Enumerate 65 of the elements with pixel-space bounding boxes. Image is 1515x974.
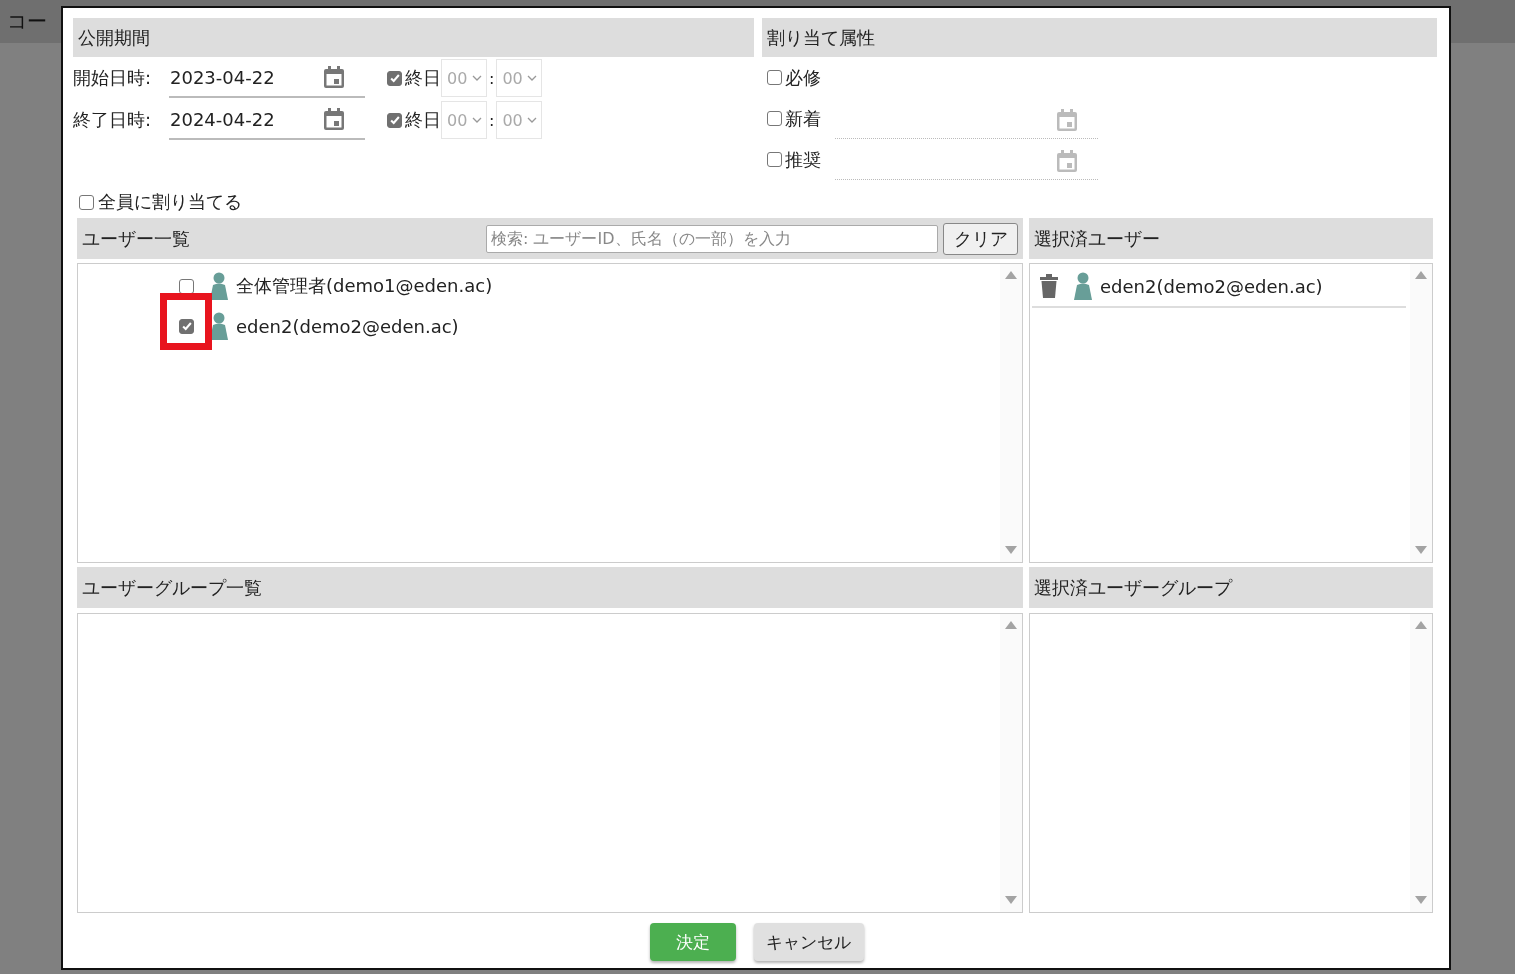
scroll-up-icon[interactable] [1415, 621, 1427, 629]
checkbox-label: 必修 [785, 65, 821, 90]
checkbox[interactable] [387, 112, 402, 128]
scroll-down-icon[interactable] [1005, 546, 1017, 554]
checkbox-label: 全員に割り当てる [98, 190, 242, 214]
checkbox[interactable] [387, 70, 402, 86]
checkbox[interactable] [179, 278, 194, 294]
calendar-icon[interactable] [1056, 149, 1078, 173]
trash-icon[interactable] [1040, 274, 1058, 298]
checkbox[interactable] [767, 152, 782, 167]
time-separator: : [488, 68, 496, 88]
section-title: 選択済ユーザーグループ [1034, 575, 1232, 600]
time-separator: : [488, 110, 496, 130]
scroll-down-icon[interactable] [1415, 546, 1427, 554]
scrollbar[interactable] [1410, 614, 1432, 912]
field-label: 開始日時: [73, 66, 153, 90]
person-icon [1074, 272, 1092, 300]
section-title: 公開期間 [78, 25, 150, 50]
check-icon [180, 320, 193, 332]
scroll-up-icon[interactable] [1005, 621, 1017, 629]
cancel-button[interactable]: キャンセル [753, 923, 864, 961]
field-label: 終了日時: [73, 108, 153, 132]
search-field[interactable]: 検索: ユーザーID、氏名（の一部）を入力 [486, 224, 938, 253]
section-title: ユーザーグループ一覧 [82, 575, 262, 600]
check-icon [388, 114, 401, 126]
time-dropdown[interactable]: 00 [441, 59, 487, 97]
chevron-down-icon [472, 75, 482, 81]
page-title: コー [7, 8, 47, 35]
time-dropdown[interactable]: 00 [441, 101, 487, 139]
time-dropdown[interactable]: 00 [496, 59, 543, 97]
time-dropdown[interactable]: 00 [496, 101, 543, 139]
scroll-up-icon[interactable] [1005, 271, 1017, 279]
calendar-icon[interactable] [323, 65, 345, 89]
date-field[interactable]: 2024-04-22 [169, 100, 365, 140]
checkbox[interactable] [179, 318, 194, 334]
scrollbar[interactable] [1000, 614, 1022, 912]
confirm-button[interactable]: 決定 [649, 923, 736, 961]
checkbox-label: 新着 [785, 106, 821, 131]
checkbox-label: 終日 [405, 108, 441, 132]
check-icon [388, 72, 401, 84]
section-title: 割り当て属性 [767, 25, 875, 50]
person-icon [210, 312, 228, 340]
user-name: eden2(demo2@eden.ac) [1100, 275, 1323, 297]
section-title: 選択済ユーザー [1034, 226, 1160, 251]
scrollbar[interactable] [1410, 264, 1432, 562]
checkbox[interactable] [767, 70, 782, 85]
checkbox-label: 推奨 [785, 147, 821, 172]
chevron-down-icon [527, 75, 538, 81]
calendar-icon[interactable] [323, 107, 345, 131]
user-name: 全体管理者(demo1@eden.ac) [236, 274, 493, 298]
scroll-up-icon[interactable] [1415, 271, 1427, 279]
calendar-icon[interactable] [1056, 108, 1078, 132]
scroll-down-icon[interactable] [1005, 896, 1017, 904]
chevron-down-icon [527, 117, 538, 123]
checkbox[interactable] [767, 111, 782, 126]
user-name: eden2(demo2@eden.ac) [236, 315, 459, 337]
scrollbar[interactable] [1000, 264, 1022, 562]
scroll-down-icon[interactable] [1415, 896, 1427, 904]
date-field[interactable]: 2023-04-22 [169, 58, 365, 98]
person-icon [210, 272, 228, 300]
chevron-down-icon [472, 117, 482, 123]
section-title: ユーザー一覧 [82, 226, 190, 251]
clear-button[interactable]: クリア [943, 222, 1018, 255]
checkbox-label: 終日 [405, 66, 441, 90]
checkbox[interactable] [79, 194, 94, 210]
